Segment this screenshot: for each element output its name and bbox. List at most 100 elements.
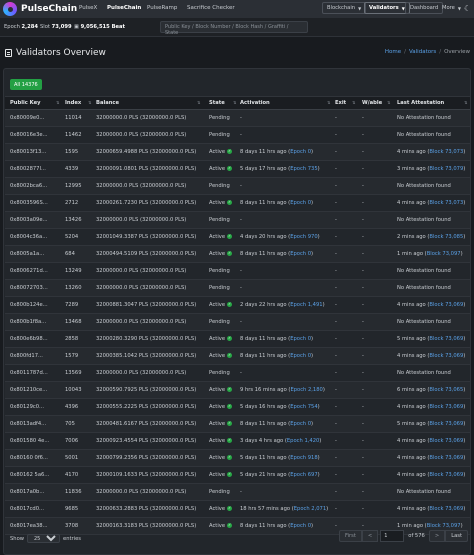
index-link[interactable]: 13249 (65, 268, 82, 274)
epoch-link[interactable]: Epoch 0 (290, 421, 311, 427)
theme-toggle-moon-icon[interactable]: ☾ (464, 4, 471, 13)
block-link[interactable]: Block 73,069 (429, 506, 463, 512)
block-link[interactable]: Block 73,069 (429, 404, 463, 410)
col-last-attestation[interactable]: Last Attestation ⇅ (397, 100, 467, 106)
public-key-link[interactable]: 0x8002877I... (10, 166, 46, 172)
index-link[interactable]: 2858 (65, 336, 78, 342)
index-link[interactable]: 13426 (65, 217, 82, 223)
index-link[interactable]: 13468 (65, 319, 82, 325)
index-link[interactable]: 7006 (65, 438, 78, 444)
nav-pulsechain[interactable]: PulseChain (107, 5, 141, 11)
block-link[interactable]: Block 73,069 (429, 302, 463, 308)
public-key-link[interactable]: 0x8003a09e... (10, 217, 48, 223)
epoch-link[interactable]: Epoch 0 (290, 353, 311, 359)
search-input[interactable]: Public Key / Block Number / Block Hash /… (160, 21, 308, 36)
index-link[interactable]: 1595 (65, 149, 78, 155)
next-page-button[interactable]: > (428, 530, 446, 542)
index-link[interactable]: 3708 (65, 523, 78, 529)
public-key-link[interactable]: 0x800e6b98... (10, 336, 48, 342)
index-link[interactable]: 5204 (65, 234, 78, 240)
index-link[interactable]: 11462 (65, 132, 82, 138)
nav-pulsex[interactable]: PulseX (79, 5, 97, 11)
public-key-link[interactable]: 0x8004c36a... (10, 234, 47, 240)
public-key-link[interactable]: 0x8002bca6... (10, 183, 47, 189)
index-link[interactable]: 4339 (65, 166, 78, 172)
index-link[interactable]: 13260 (65, 285, 82, 291)
col-public-key[interactable]: Public Key ⇅ (10, 100, 59, 106)
epoch-link[interactable]: Epoch 735 (290, 166, 317, 172)
block-link[interactable]: Block 73,069 (429, 421, 463, 427)
nav-sacrifice-checker[interactable]: Sacrifice Checker (187, 5, 235, 11)
epoch-link[interactable]: Epoch 2,180 (290, 387, 322, 393)
brand[interactable]: PulseChain (3, 2, 77, 16)
col-wable[interactable]: W/able ⇅ (362, 100, 390, 106)
epoch-link[interactable]: Epoch 754 (290, 404, 317, 410)
index-link[interactable]: 10043 (65, 387, 82, 393)
public-key-link[interactable]: 0x8017cd0... (10, 506, 44, 512)
prev-page-button[interactable]: < (361, 530, 379, 542)
filter-all-button[interactable]: All 14376 (10, 79, 42, 90)
epoch-link[interactable]: Epoch 918 (290, 455, 317, 461)
public-key-link[interactable]: 0x80072703... (10, 285, 48, 291)
index-link[interactable]: 11014 (65, 115, 82, 121)
breadcrumb-home[interactable]: Home (385, 49, 401, 55)
block-link[interactable]: Block 73,097 (427, 523, 461, 529)
public-key-link[interactable]: 0x8006271d... (10, 268, 48, 274)
epoch-link[interactable]: Epoch 0 (290, 336, 311, 342)
public-key-link[interactable]: 0x80013f13... (10, 149, 46, 155)
first-page-button[interactable]: First (338, 530, 362, 542)
index-link[interactable]: 12995 (65, 183, 82, 189)
block-link[interactable]: Block 73,079 (429, 166, 463, 172)
public-key-link[interactable]: 0x800fd17... (10, 353, 43, 359)
col-balance[interactable]: Balance ⇅ (96, 100, 200, 106)
block-link[interactable]: Block 73,073 (429, 200, 463, 206)
block-link[interactable]: Block 73,085 (429, 234, 463, 240)
nav-blockchain-dropdown[interactable]: Blockchain ▼ (322, 2, 367, 14)
last-page-button[interactable]: Last (445, 530, 468, 542)
index-link[interactable]: 13569 (65, 370, 82, 376)
block-link[interactable]: Block 73,069 (429, 336, 463, 342)
col-exit[interactable]: Exit ⇅ (335, 100, 355, 106)
index-link[interactable]: 4170 (65, 472, 78, 478)
col-state[interactable]: State ⇅ (209, 100, 236, 106)
breadcrumb-validators[interactable]: Validators (409, 49, 436, 55)
epoch-link[interactable]: Epoch 0 (290, 251, 311, 257)
index-link[interactable]: 4396 (65, 404, 78, 410)
public-key-link[interactable]: 0x80016e3e... (10, 132, 48, 138)
index-link[interactable]: 11836 (65, 489, 82, 495)
epoch-link[interactable]: Epoch 1,491 (290, 302, 322, 308)
epoch-link[interactable]: Epoch 2,071 (294, 506, 326, 512)
public-key-link[interactable]: 0x8013adf4... (10, 421, 46, 427)
public-key-link[interactable]: 0x80129c0... (10, 404, 44, 410)
block-link[interactable]: Block 73,065 (429, 387, 463, 393)
index-link[interactable]: 684 (65, 251, 75, 257)
block-link[interactable]: Block 73,069 (429, 353, 463, 359)
index-link[interactable]: 5001 (65, 455, 78, 461)
nav-validators-dropdown[interactable]: Validators ▼ (364, 2, 410, 14)
public-key-link[interactable]: 0x8011787d... (10, 370, 48, 376)
public-key-link[interactable]: 0x8005a1a... (10, 251, 44, 257)
block-link[interactable]: Block 73,069 (429, 472, 463, 478)
public-key-link[interactable]: 0x800b124e... (10, 302, 48, 308)
public-key-link[interactable]: 0x801210ce... (10, 387, 47, 393)
public-key-link[interactable]: 0x8017ea38... (10, 523, 48, 529)
epoch-link[interactable]: Epoch 1,420 (287, 438, 319, 444)
public-key-link[interactable]: 0x8003596S... (10, 200, 48, 206)
index-link[interactable]: 7289 (65, 302, 78, 308)
epoch-link[interactable]: Epoch 697 (290, 472, 317, 478)
col-activation[interactable]: Activation ⇅ (240, 100, 330, 106)
col-index[interactable]: Index ⇅ (65, 100, 91, 106)
block-link[interactable]: Block 73,069 (429, 455, 463, 461)
public-key-link[interactable]: 0x801580 4e... (10, 438, 49, 444)
block-link[interactable]: Block 73,097 (427, 251, 461, 257)
block-link[interactable]: Block 73,073 (429, 149, 463, 155)
nav-pulseramp[interactable]: PulseRamp (147, 5, 177, 11)
page-size-select[interactable]: 25 (27, 534, 60, 543)
index-link[interactable]: 9685 (65, 506, 78, 512)
page-number-input[interactable] (380, 530, 405, 542)
nav-more-dropdown[interactable]: More ▼ (440, 2, 463, 14)
index-link[interactable]: 2712 (65, 200, 78, 206)
public-key-link[interactable]: 0x80009e0... (10, 115, 44, 121)
epoch-link[interactable]: Epoch 0 (290, 149, 311, 155)
epoch-link[interactable]: Epoch 0 (290, 523, 311, 529)
